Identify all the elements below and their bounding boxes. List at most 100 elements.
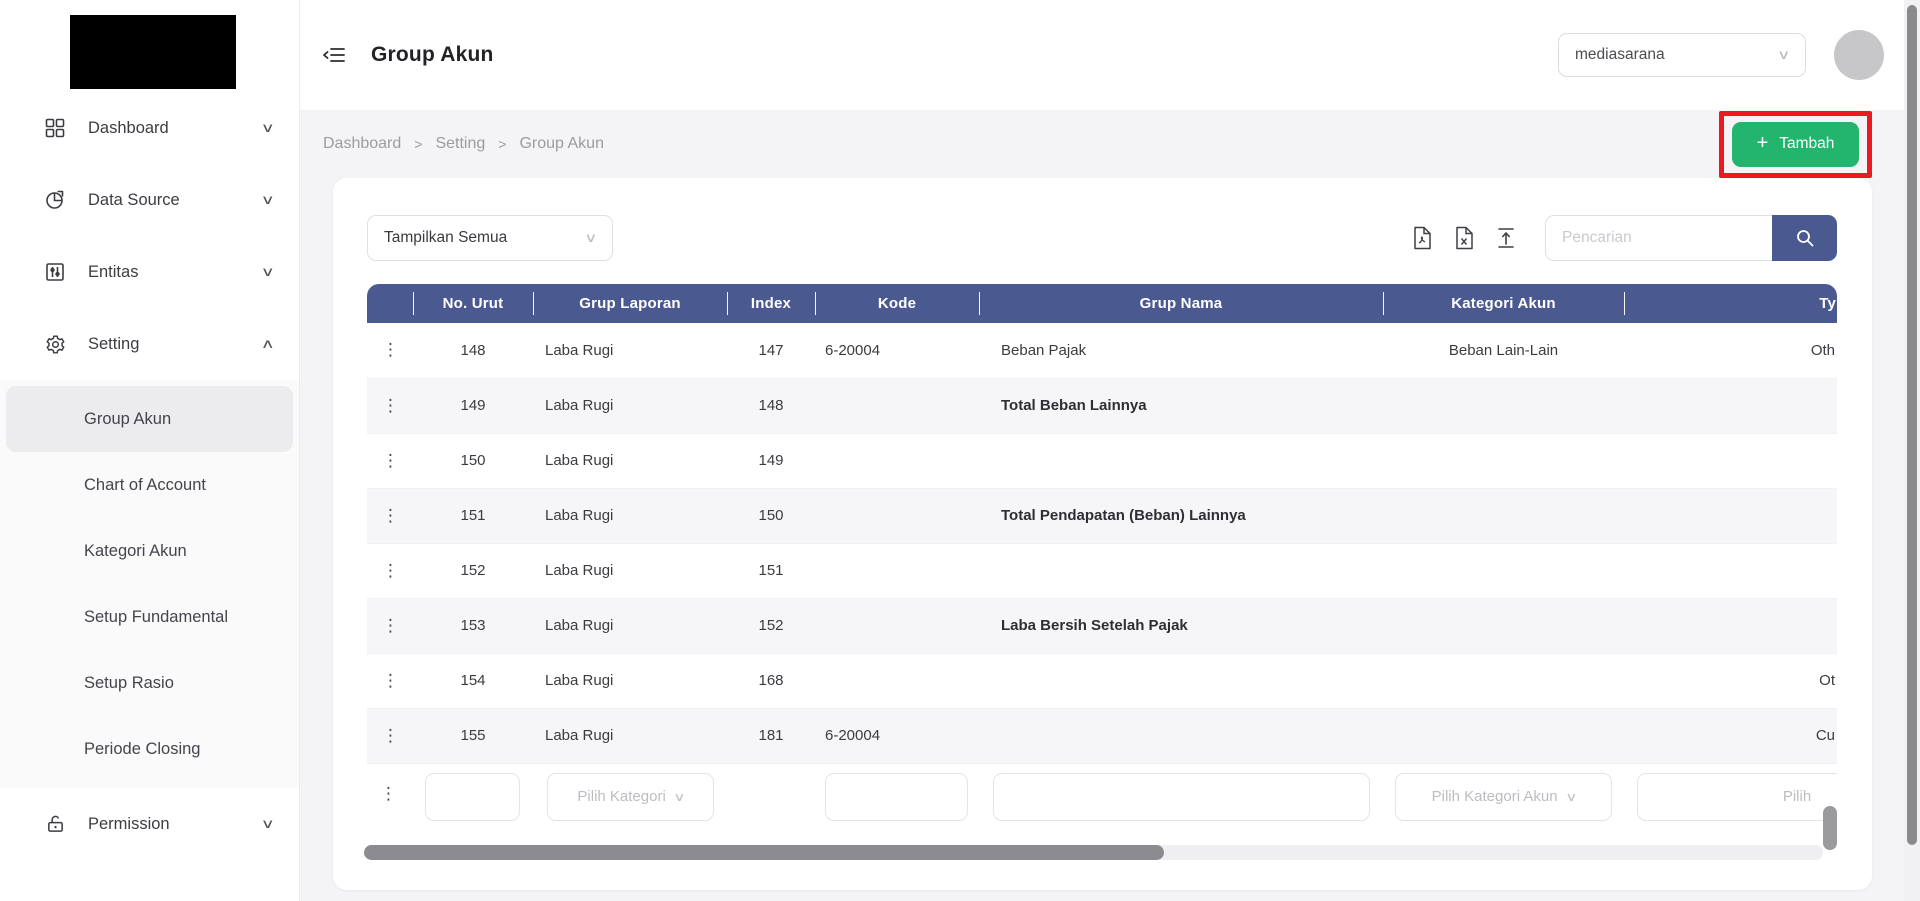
add-button[interactable]: + Tambah (1732, 121, 1859, 167)
search-group (1545, 215, 1837, 261)
col-kode: Kode (815, 284, 979, 323)
cell-laporan: Laba Rugi (533, 488, 727, 544)
table-vertical-scrollbar-thumb[interactable] (1823, 806, 1837, 850)
sidebar-item-label: Setting (88, 334, 140, 353)
cell-no: 153 (413, 598, 533, 654)
pie-chart-icon (44, 189, 66, 211)
submenu-item-setup-fundamental[interactable]: Setup Fundamental (6, 584, 293, 650)
submenu-item-chart-of-account[interactable]: Chart of Account (6, 452, 293, 518)
col-no-urut: No. Urut (413, 284, 533, 323)
row-menu-kebab-icon[interactable]: ⋮ (367, 653, 413, 709)
window-scrollbar-track[interactable] (1904, 0, 1920, 901)
col-index: Index (727, 284, 815, 323)
cell-index: 150 (727, 488, 815, 544)
sliders-icon (44, 261, 66, 283)
submenu-label: Setup Fundamental (84, 607, 229, 626)
table-body: ⋮ 148 Laba Rugi 147 6-20004 Beban Pajak … (367, 323, 1837, 764)
filter-kategori-akun-select[interactable]: Pilih Kategori Akun ∨ (1395, 772, 1612, 821)
submenu-item-setup-rasio[interactable]: Setup Rasio (6, 650, 293, 716)
row-menu-kebab-icon[interactable]: ⋮ (367, 488, 413, 544)
row-menu-kebab-icon[interactable]: ⋮ (380, 784, 397, 804)
export-pdf-icon[interactable] (1412, 226, 1433, 250)
sidebar-item-permission[interactable]: Permission ∨ (0, 788, 299, 860)
cell-laporan: Laba Rugi (533, 378, 727, 434)
filter-type-select[interactable]: Pilih (1637, 772, 1837, 821)
annotation-highlight-box: + Tambah (1719, 110, 1872, 178)
user-avatar[interactable] (1834, 30, 1884, 80)
breadcrumb-item-setting[interactable]: Setting (435, 135, 485, 153)
filter-kode-field[interactable] (826, 773, 967, 820)
sidebar-item-setting[interactable]: Setting ∧ (0, 308, 299, 380)
cell-kode (815, 653, 979, 709)
cell-nama (979, 543, 1383, 599)
sidebar-item-data-source[interactable]: Data Source ∨ (0, 164, 299, 236)
row-menu-kebab-icon[interactable]: ⋮ (367, 598, 413, 654)
cell-kategori (1383, 433, 1624, 489)
table-row: ⋮ 154 Laba Rugi 168 Ot (367, 653, 1837, 709)
submenu-label: Setup Rasio (84, 673, 174, 692)
filter-no-urut-input[interactable] (425, 772, 520, 821)
text-height-icon[interactable] (1496, 226, 1516, 250)
sidebar-collapse-icon[interactable] (323, 46, 345, 64)
cell-laporan: Laba Rugi (533, 433, 727, 489)
chevron-down-icon: ∨ (673, 789, 686, 804)
app-root: Dashboard ∨ Data Source ∨ Entitas ∨ Sett… (0, 0, 1920, 901)
breadcrumb-row: Dashboard > Setting > Group Akun + Tamba… (300, 110, 1904, 178)
cell-no: 154 (413, 653, 533, 709)
sidebar-item-dashboard[interactable]: Dashboard ∨ (0, 92, 299, 164)
cell-index: 148 (727, 378, 815, 434)
col-kategori-akun: Kategori Akun (1383, 284, 1624, 323)
cell-type: Ot (1624, 653, 1837, 709)
cell-kode: 6-20004 (815, 708, 979, 764)
show-filter-select[interactable]: Tampilkan Semua ∨ (367, 215, 613, 261)
row-menu-kebab-icon[interactable]: ⋮ (367, 378, 413, 434)
cell-no: 151 (413, 488, 533, 544)
col-grup-nama: Grup Nama (979, 284, 1383, 323)
sidebar-item-entitas[interactable]: Entitas ∨ (0, 236, 299, 308)
table-row: ⋮ 148 Laba Rugi 147 6-20004 Beban Pajak … (367, 323, 1837, 379)
cell-type (1624, 598, 1837, 654)
row-menu-kebab-icon[interactable]: ⋮ (367, 323, 413, 379)
card-toolbar: Tampilkan Semua ∨ (367, 215, 1837, 261)
window-scrollbar-thumb[interactable] (1907, 5, 1917, 845)
row-menu-kebab-icon[interactable]: ⋮ (367, 543, 413, 599)
export-icons (1412, 226, 1516, 250)
cell-no: 150 (413, 433, 533, 489)
filter-grup-nama-input[interactable] (993, 772, 1370, 821)
export-excel-icon[interactable] (1454, 226, 1475, 250)
sidebar-item-label: Dashboard (88, 118, 169, 137)
table-row: ⋮ 153 Laba Rugi 152 Laba Bersih Setelah … (367, 598, 1837, 654)
filter-placeholder: Pilih Kategori Akun (1431, 788, 1558, 805)
cell-index: 151 (727, 543, 815, 599)
breadcrumb-item-dashboard[interactable]: Dashboard (323, 135, 401, 153)
cell-type (1624, 543, 1837, 599)
table-horizontal-scrollbar-thumb[interactable] (364, 845, 1164, 860)
submenu-item-group-akun[interactable]: Group Akun (6, 386, 293, 452)
cell-type: Cu (1624, 708, 1837, 764)
main-area: Group Akun mediasarana ∨ Dashboard > Set… (300, 0, 1904, 901)
table-header: No. Urut Grup Laporan Index Kode Grup Na… (367, 284, 1837, 323)
tenant-select[interactable]: mediasarana ∨ (1558, 33, 1806, 77)
chevron-down-icon: ∨ (261, 816, 276, 831)
cell-type: Oth (1624, 323, 1837, 379)
filter-no-urut-field[interactable] (426, 773, 519, 820)
filter-grup-laporan-select[interactable]: Pilih Kategori ∨ (547, 772, 714, 821)
submenu-label: Chart of Account (84, 475, 206, 494)
search-input[interactable] (1545, 215, 1772, 261)
plus-icon: + (1756, 131, 1769, 154)
submenu-item-periode-closing[interactable]: Periode Closing (6, 716, 293, 782)
filter-kode-input[interactable] (825, 772, 968, 821)
page-title: Group Akun (371, 43, 494, 66)
table-row: ⋮ 152 Laba Rugi 151 (367, 543, 1837, 599)
search-button[interactable] (1772, 215, 1837, 261)
filter-grup-nama-field[interactable] (994, 773, 1369, 820)
cell-laporan: Laba Rugi (533, 543, 727, 599)
table-horizontal-scrollbar-track[interactable] (364, 845, 1823, 860)
cell-kode (815, 433, 979, 489)
cell-nama: Laba Bersih Setelah Pajak (979, 598, 1383, 654)
row-menu-kebab-icon[interactable]: ⋮ (367, 708, 413, 764)
submenu-item-kategori-akun[interactable]: Kategori Akun (6, 518, 293, 584)
cell-nama (979, 653, 1383, 709)
chevron-down-icon: ∨ (261, 264, 276, 279)
row-menu-kebab-icon[interactable]: ⋮ (367, 433, 413, 489)
